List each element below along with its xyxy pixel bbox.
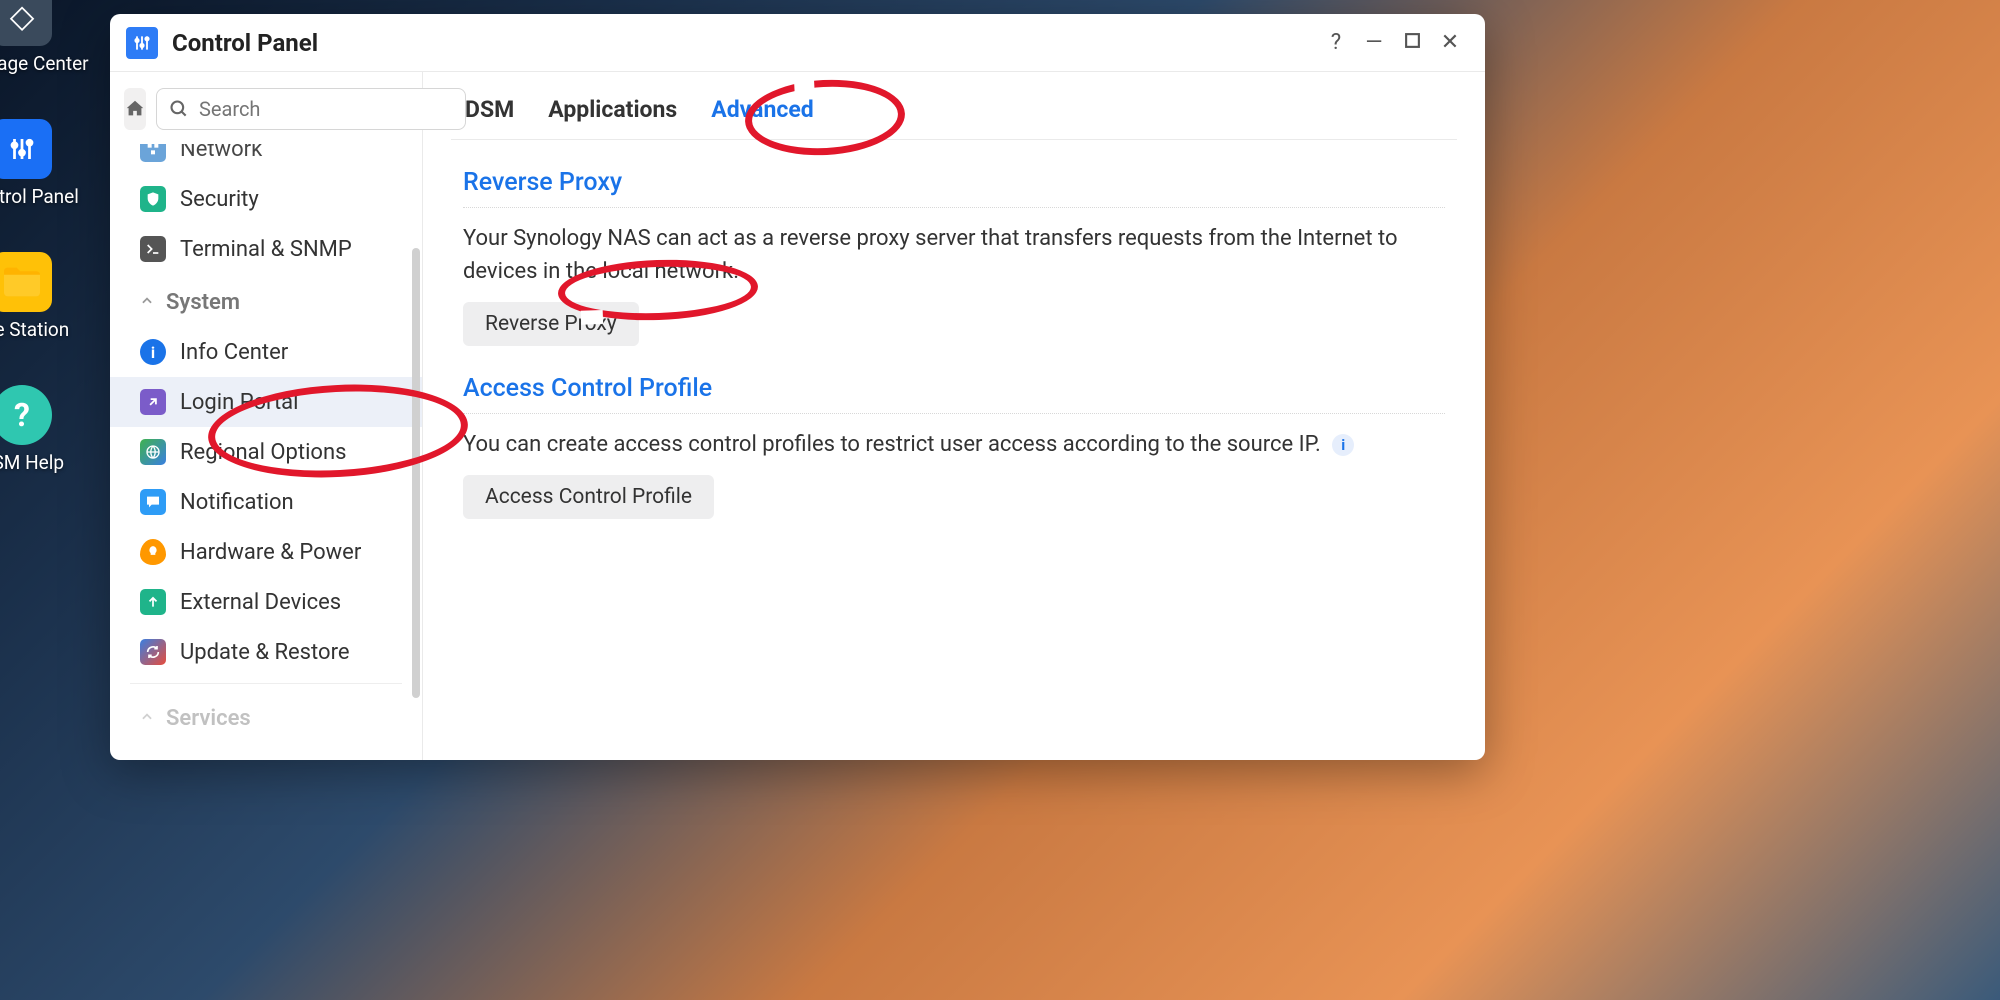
- network-icon: [140, 144, 166, 162]
- terminal-icon: [140, 236, 166, 262]
- question-icon: ?: [1331, 30, 1341, 55]
- chat-icon: [140, 489, 166, 515]
- desktop-icon-dsm-help[interactable]: ? DSM Help: [0, 385, 64, 474]
- desktop-icon-package-center[interactable]: ◇ Package Center: [0, 0, 89, 75]
- sidebar-item-network[interactable]: Network: [110, 144, 422, 174]
- tabs: DSM Applications Advanced: [451, 72, 1457, 140]
- sidebar-item-label: Update & Restore: [180, 640, 349, 665]
- sidebar-item-label: Info Center: [180, 340, 288, 365]
- help-button[interactable]: ?: [1317, 24, 1355, 62]
- desktop-icon-label: DSM Help: [0, 451, 64, 474]
- sidebar-item-terminal-snmp[interactable]: Terminal & SNMP: [110, 224, 422, 274]
- arrow-out-icon: [140, 389, 166, 415]
- sidebar-item-label: Terminal & SNMP: [180, 237, 352, 262]
- shield-icon: [140, 186, 166, 212]
- minimize-icon: —: [1365, 30, 1382, 55]
- tab-dsm[interactable]: DSM: [463, 94, 516, 125]
- sidebar-item-label: Regional Options: [180, 440, 346, 465]
- search-field[interactable]: [156, 88, 466, 130]
- sidebar-section-services[interactable]: Services: [110, 690, 422, 743]
- section-access-control: Access Control Profile You can create ac…: [451, 346, 1457, 519]
- sidebar-item-label: Hardware & Power: [180, 540, 361, 565]
- sidebar-item-notification[interactable]: Notification: [110, 477, 422, 527]
- upload-icon: [140, 589, 166, 615]
- tab-applications[interactable]: Applications: [546, 94, 679, 125]
- sidebar: Network Security Terminal & SNMP: [110, 72, 423, 760]
- sidebar-scroll[interactable]: Network Security Terminal & SNMP: [110, 144, 422, 760]
- desktop-icon-label: Control Panel: [0, 185, 79, 208]
- section-reverse-proxy: Reverse Proxy Your Synology NAS can act …: [451, 140, 1457, 346]
- sidebar-item-regional-options[interactable]: Regional Options: [110, 427, 422, 477]
- content-area: DSM Applications Advanced Reverse Proxy …: [423, 72, 1485, 760]
- sidebar-item-label: Notification: [180, 490, 294, 515]
- section-text: You can create access control profiles t…: [463, 428, 1445, 461]
- window-body: Network Security Terminal & SNMP: [110, 72, 1485, 760]
- sidebar-item-update-restore[interactable]: Update & Restore: [110, 627, 422, 677]
- sidebar-item-label: External Devices: [180, 590, 341, 615]
- access-control-profile-button[interactable]: Access Control Profile: [463, 475, 714, 519]
- desktop-icon-label: Package Center: [0, 52, 89, 75]
- sidebar-item-external-devices[interactable]: External Devices: [110, 577, 422, 627]
- chevron-up-icon: [140, 293, 154, 312]
- control-panel-icon: [126, 27, 158, 59]
- home-button[interactable]: [124, 88, 146, 130]
- sync-icon: [140, 639, 166, 665]
- section-title: Access Control Profile: [463, 360, 1445, 413]
- desktop-icons: ◇ Package Center Control Panel File Stat…: [0, 0, 62, 474]
- divider: [463, 207, 1445, 208]
- desktop-icon-label: File Station: [0, 318, 69, 341]
- help-icon: ?: [0, 385, 52, 445]
- search-icon: [169, 99, 189, 119]
- chevron-up-icon: [140, 709, 154, 728]
- package-icon: ◇: [0, 0, 52, 46]
- minimize-button[interactable]: —: [1355, 24, 1393, 62]
- info-icon[interactable]: i: [1332, 434, 1354, 456]
- titlebar: Control Panel ? — ✕: [110, 14, 1485, 72]
- close-button[interactable]: ✕: [1431, 24, 1469, 62]
- sidebar-item-label: Login Portal: [180, 390, 299, 415]
- section-text-span: You can create access control profiles t…: [463, 432, 1321, 457]
- sidebar-item-login-portal[interactable]: Login Portal: [110, 377, 422, 427]
- globe-icon: [140, 439, 166, 465]
- sidebar-section-system[interactable]: System: [110, 274, 422, 327]
- home-icon: [124, 98, 146, 120]
- section-title: Reverse Proxy: [463, 154, 1445, 207]
- sidebar-section-label: Services: [166, 706, 251, 731]
- close-icon: ✕: [1441, 30, 1459, 55]
- info-icon: i: [140, 339, 166, 365]
- control-panel-window: Control Panel ? — ✕: [110, 14, 1485, 760]
- tab-advanced[interactable]: Advanced: [709, 94, 815, 125]
- search-input[interactable]: [199, 97, 453, 121]
- reverse-proxy-button[interactable]: Reverse Proxy: [463, 302, 639, 346]
- divider: [463, 413, 1445, 414]
- divider: [130, 683, 402, 684]
- folder-icon: [0, 252, 52, 312]
- sidebar-item-hardware-power[interactable]: Hardware & Power: [110, 527, 422, 577]
- sidebar-item-security[interactable]: Security: [110, 174, 422, 224]
- maximize-button[interactable]: [1393, 24, 1431, 62]
- bulb-icon: [140, 539, 166, 565]
- desktop-icon-control-panel[interactable]: Control Panel: [0, 119, 79, 208]
- window-title: Control Panel: [172, 29, 318, 57]
- sidebar-section-label: System: [166, 290, 240, 315]
- sidebar-top: [110, 72, 422, 144]
- sidebar-item-info-center[interactable]: i Info Center: [110, 327, 422, 377]
- sidebar-item-label: Security: [180, 187, 259, 212]
- sliders-icon: [0, 119, 52, 179]
- desktop-icon-file-station[interactable]: File Station: [0, 252, 69, 341]
- scrollbar-thumb[interactable]: [412, 248, 420, 698]
- sidebar-item-label: Network: [180, 144, 262, 162]
- maximize-icon: [1404, 30, 1421, 55]
- section-text: Your Synology NAS can act as a reverse p…: [463, 222, 1445, 288]
